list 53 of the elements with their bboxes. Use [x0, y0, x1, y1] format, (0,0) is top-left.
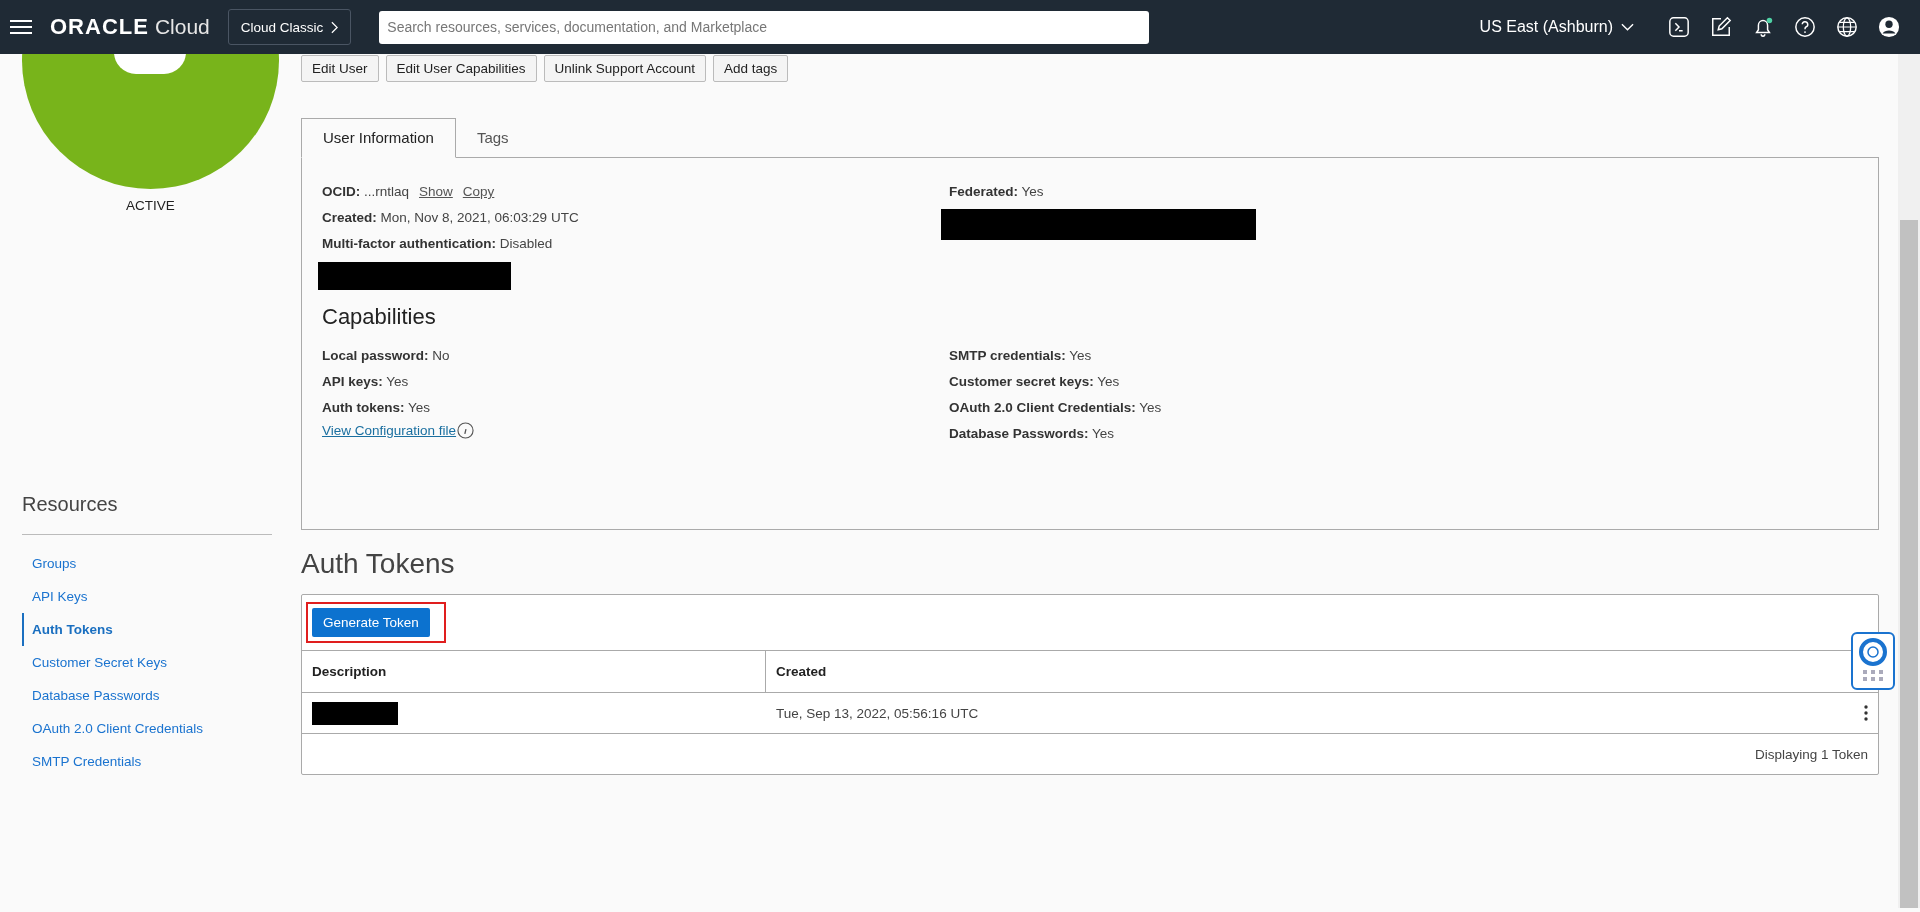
capability-text: API keys: Yes	[322, 374, 409, 389]
detail-text: OCID: ...rntlaq	[322, 184, 410, 199]
capability-text: OAuth 2.0 Client Credentials: Yes	[949, 400, 1162, 415]
kebab-menu-icon[interactable]	[1864, 705, 1868, 721]
capability-text: Database Passwords: Yes	[949, 426, 1115, 441]
logo-wordmark[interactable]: ORACLE	[50, 14, 149, 40]
detail-text: Multi-factor authentication: Disabled	[322, 236, 553, 251]
resource-link[interactable]: Groups	[22, 547, 272, 580]
column-header: Created	[775, 664, 828, 679]
resource-link[interactable]: SMTP Credentials	[22, 745, 272, 778]
resource-link[interactable]: Auth Tokens	[22, 613, 272, 646]
column-header: Description	[302, 651, 766, 692]
edit-icon[interactable]	[1710, 16, 1732, 38]
tab[interactable]: Tags	[455, 119, 530, 158]
status-label: ACTIVE	[125, 198, 176, 213]
search-field[interactable]: Search resources, services, documentation, and Marketplace	[379, 10, 1150, 44]
region-selector[interactable]: US East (Ashburn)	[1473, 17, 1640, 37]
detail-text: Created: Mon, Nov 8, 2021, 06:03:29 UTC	[322, 210, 579, 225]
user-avatar-icon[interactable]	[1878, 16, 1900, 38]
action-button[interactable]: Unlink Support Account	[543, 55, 706, 82]
scrollbar-thumb[interactable]	[1900, 220, 1918, 908]
resources-heading: Resources	[22, 493, 119, 516]
tab[interactable]: User Information	[301, 118, 456, 158]
resource-link[interactable]: API Keys	[22, 580, 272, 613]
capability-text: Auth tokens: Yes	[322, 400, 431, 415]
resource-link[interactable]: Customer Secret Keys	[22, 646, 272, 679]
info-icon[interactable]	[457, 422, 475, 439]
detail-text: Federated: Yes	[949, 184, 1044, 199]
table-cell-text: Tue, Sep 13, 2022, 05:56:16 UTC	[775, 705, 980, 721]
table-footer-text: Displaying 1 Token	[1754, 746, 1868, 762]
action-button[interactable]: Edit User	[301, 55, 379, 82]
console-switch-button[interactable]: Cloud Classic	[227, 9, 352, 45]
menu-icon[interactable]	[10, 19, 32, 35]
capability-text: Customer secret keys: Yes	[949, 374, 1120, 389]
terminal-icon[interactable]	[1668, 16, 1690, 38]
globe-icon[interactable]	[1836, 16, 1858, 38]
detail-link[interactable]: Show	[419, 184, 453, 199]
generate-token-button[interactable]: Generate Token	[312, 608, 430, 637]
help-icon[interactable]	[1794, 16, 1816, 38]
resource-link[interactable]: OAuth 2.0 Client Credentials	[22, 712, 272, 745]
action-button[interactable]: Edit User Capabilities	[385, 55, 537, 82]
capabilities-heading: Capabilities	[322, 304, 437, 330]
section-heading: Auth Tokens	[301, 548, 456, 580]
detail-link[interactable]: Copy	[462, 184, 495, 199]
chevron-right-icon	[331, 20, 339, 34]
capability-text: Local password: No	[322, 348, 450, 363]
capability-text: SMTP credentials: Yes	[949, 348, 1092, 363]
caret-icon	[1621, 23, 1634, 31]
lifebuoy-icon[interactable]	[1851, 632, 1895, 690]
product-name: Cloud	[154, 15, 210, 39]
action-button[interactable]: Add tags	[712, 55, 789, 82]
resource-link[interactable]: Database Passwords	[22, 679, 272, 712]
config-file-link[interactable]: View Configuration file	[322, 423, 457, 438]
